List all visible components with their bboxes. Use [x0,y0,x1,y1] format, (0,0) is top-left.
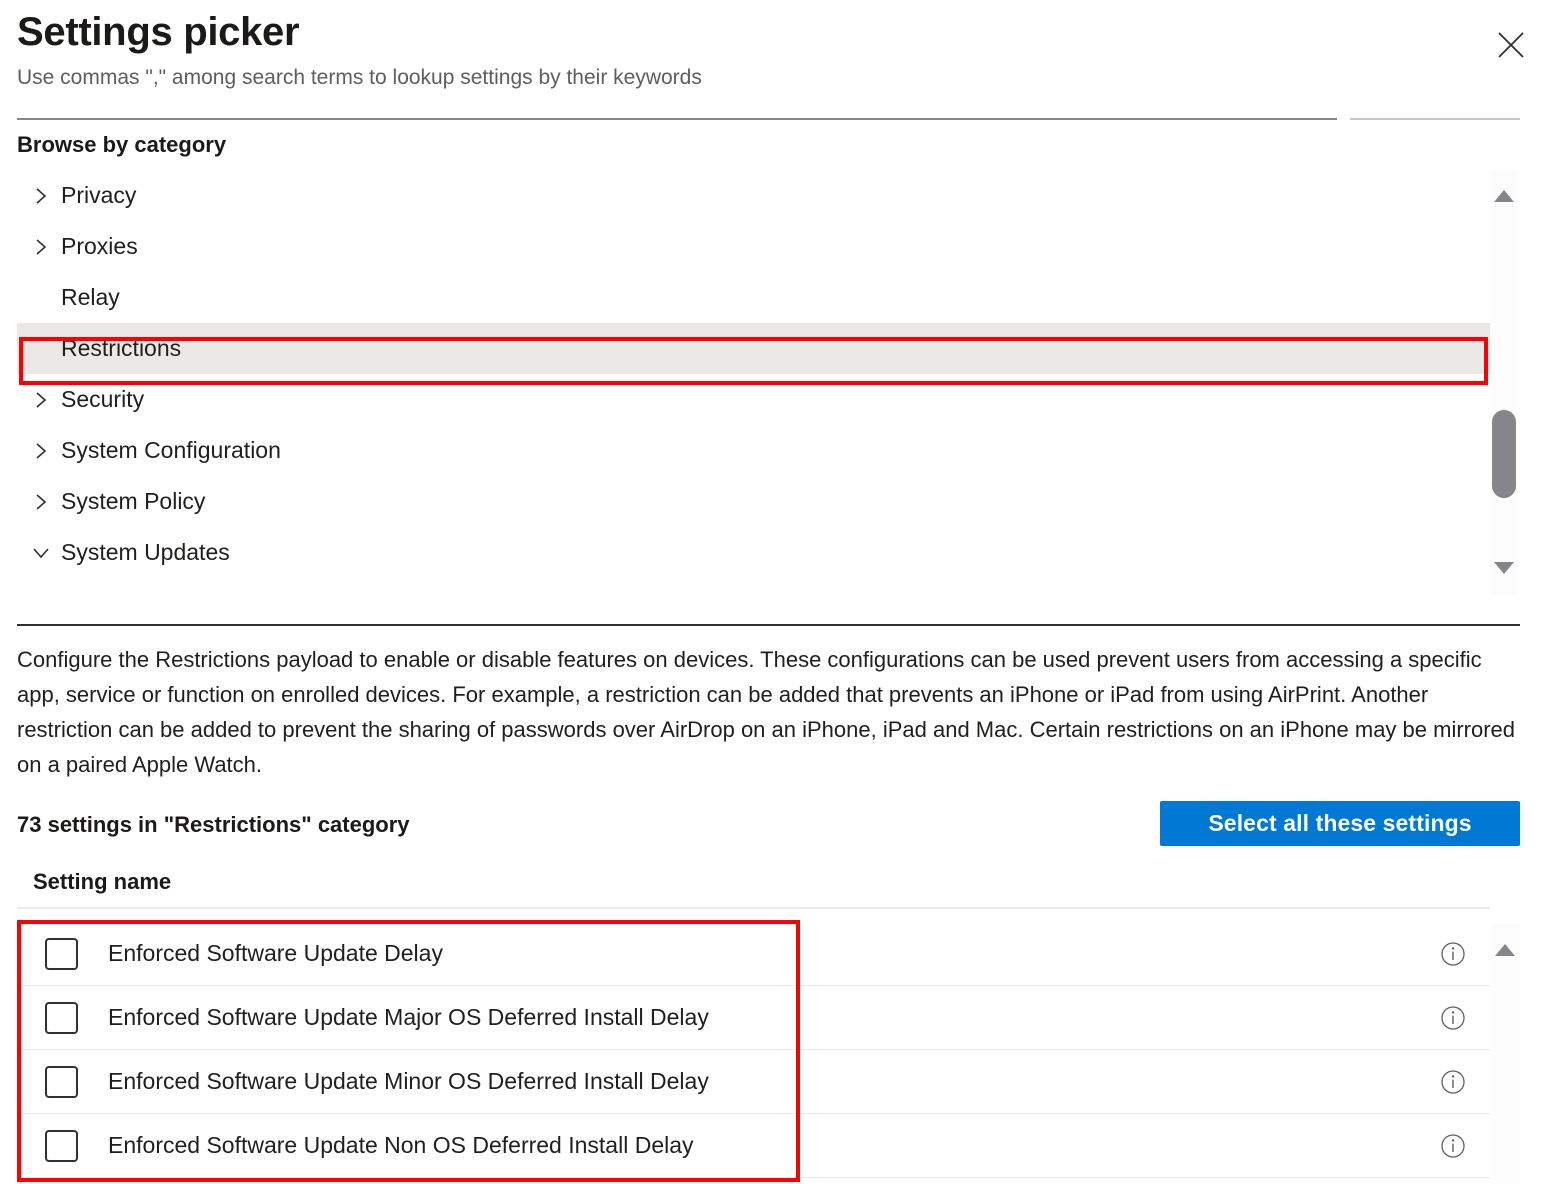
info-icon[interactable] [1438,939,1468,969]
row-checkbox[interactable] [45,1130,78,1162]
tree-item-label: Proxies [61,235,138,258]
tree-item-label: Security [61,388,144,411]
category-tree-scrollbar[interactable] [1490,170,1518,594]
info-icon[interactable] [1438,1003,1468,1033]
info-icon[interactable] [1438,1067,1468,1097]
chevron-right-icon [21,176,61,216]
table-row[interactable]: Enforced Software Update Delay [17,922,1490,986]
tree-item-spacer [21,278,61,318]
search-button[interactable] [1350,78,1520,120]
tree-item-system-configuration[interactable]: System Configuration [17,425,1490,476]
select-all-button[interactable]: Select all these settings [1160,801,1520,846]
chevron-right-icon [21,482,61,522]
category-tree: Privacy Proxies Relay Restrictions Secur… [17,170,1520,594]
table-row[interactable]: Enforced Software Update Major OS Deferr… [17,986,1490,1050]
tree-item-system-updates[interactable]: System Updates [17,527,1490,578]
tree-item-label: System Configuration [61,439,281,462]
tree-item-privacy[interactable]: Privacy [17,170,1490,221]
settings-count-label: 73 settings in "Restrictions" category [17,812,410,838]
scroll-up-arrow-icon[interactable] [1490,184,1518,208]
table-row[interactable]: Enforced Software Update Non OS Deferred… [17,1114,1490,1178]
search-input[interactable] [17,78,1337,120]
settings-list-scrollbar[interactable] [1490,924,1520,1184]
chevron-right-icon [21,380,61,420]
info-icon[interactable] [1438,1131,1468,1161]
tree-item-label: System Updates [61,541,230,564]
table-row[interactable]: Enforced Software Update Minor OS Deferr… [17,1050,1490,1114]
tree-item-label: Privacy [61,184,136,207]
tree-item-label: System Policy [61,490,205,513]
settings-list: Enforced Software Update Delay Enforced … [17,922,1490,1178]
table-header-divider [17,907,1490,909]
setting-name: Enforced Software Update Major OS Deferr… [108,1004,709,1031]
column-header-setting-name: Setting name [33,869,171,895]
tree-item-label: Relay [61,286,120,309]
chevron-right-icon [21,227,61,267]
setting-name: Enforced Software Update Delay [108,940,443,967]
row-checkbox[interactable] [45,1002,78,1034]
tree-item-security[interactable]: Security [17,374,1490,425]
close-button[interactable] [1488,22,1534,68]
row-checkbox[interactable] [45,938,78,970]
scroll-up-arrow-icon[interactable] [1491,938,1519,962]
tree-item-spacer [21,329,61,369]
category-description: Configure the Restrictions payload to en… [17,642,1517,782]
close-icon [1496,30,1526,60]
category-tree-scroller: Privacy Proxies Relay Restrictions Secur… [17,170,1490,578]
chevron-down-icon [21,533,61,573]
chevron-right-icon [21,431,61,471]
row-checkbox[interactable] [45,1066,78,1098]
tree-item-proxies[interactable]: Proxies [17,221,1490,272]
scroll-down-arrow-icon[interactable] [1490,556,1518,580]
section-divider [17,624,1520,626]
setting-name: Enforced Software Update Minor OS Deferr… [108,1068,709,1095]
tree-item-label: Restrictions [61,337,181,360]
tree-item-restrictions[interactable]: Restrictions [17,323,1490,374]
tree-item-relay[interactable]: Relay [17,272,1490,323]
browse-by-category-heading: Browse by category [17,132,226,158]
page-title: Settings picker [17,12,1525,52]
scrollbar-thumb[interactable] [1492,410,1516,498]
tree-item-system-policy[interactable]: System Policy [17,476,1490,527]
search-row [17,78,1520,120]
setting-name: Enforced Software Update Non OS Deferred… [108,1132,694,1159]
